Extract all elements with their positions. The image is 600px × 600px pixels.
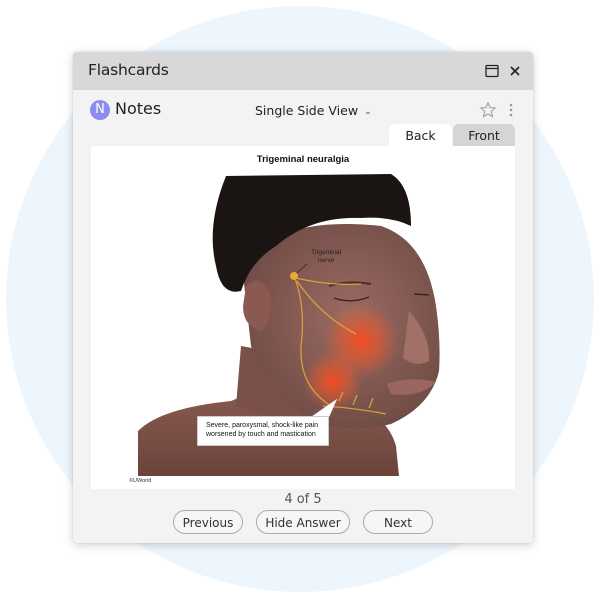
window-title: Flashcards [88,61,169,79]
trigeminal-ganglion [290,272,298,280]
card-counter: 4 of 5 [284,492,322,507]
callout-line1: Severe, paroxysmal, shock-like pain [206,422,319,429]
view-mode-dropdown[interactable]: Single Side View ⌄ [255,103,372,118]
symptom-callout: Severe, paroxysmal, shock-like pain wors… [197,416,329,446]
view-mode-label: Single Side View [255,103,359,118]
next-button[interactable]: Next [363,510,433,534]
star-outline-icon[interactable] [479,101,497,119]
notes-button[interactable]: Notes [115,99,161,118]
close-icon[interactable] [507,63,523,79]
chevron-down-icon: ⌄ [364,107,372,117]
flashcard-content: Trigeminal neuralgia Trigeminal nerve Se… [91,146,515,489]
hide-answer-button[interactable]: Hide Answer [256,510,350,534]
toolbar: N Notes Single Side View ⌄ [73,90,533,128]
flashcards-window: Flashcards N Notes Single Side View ⌄ Bac… [73,52,533,543]
previous-button[interactable]: Previous [173,510,243,534]
nerve-label-line2: nerve [317,257,335,264]
card-title: Trigeminal neuralgia [256,154,350,165]
title-bar: Flashcards [73,52,533,90]
nerve-label-line1: Trigeminal [311,249,342,256]
window-restore-icon[interactable] [484,63,500,79]
notes-avatar[interactable]: N [90,100,110,120]
tab-front[interactable]: Front [453,124,515,146]
tab-back[interactable]: Back [389,124,452,146]
copyright-label: ©UWorld [129,478,152,484]
callout-line2: worsened by touch and mastication [206,431,316,438]
nerve-label: Trigeminal nerve [311,249,341,265]
more-vertical-icon[interactable] [507,101,515,119]
